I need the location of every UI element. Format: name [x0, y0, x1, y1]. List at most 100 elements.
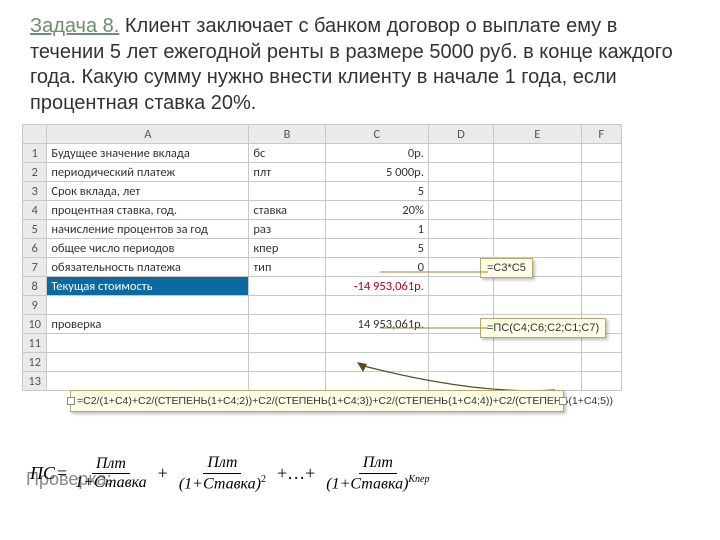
col-header-c[interactable]: C — [325, 125, 428, 144]
cell[interactable] — [581, 372, 621, 391]
cell[interactable] — [325, 372, 428, 391]
cell[interactable]: 14 953,061р. — [325, 315, 428, 334]
cell[interactable]: -14 953,061р. — [325, 277, 428, 296]
row-header[interactable]: 3 — [23, 182, 47, 201]
row-header[interactable]: 9 — [23, 296, 47, 315]
cell[interactable] — [428, 201, 493, 220]
cell[interactable] — [428, 353, 493, 372]
cell[interactable]: периодический платеж — [47, 163, 249, 182]
table-row: 3Срок вклада, лет 5 — [23, 182, 622, 201]
cell[interactable] — [428, 144, 493, 163]
col-header-d[interactable]: D — [428, 125, 493, 144]
cell[interactable] — [581, 353, 621, 372]
cell[interactable] — [428, 277, 493, 296]
cell[interactable]: плт — [249, 163, 325, 182]
row-header[interactable]: 8 — [23, 277, 47, 296]
cell[interactable] — [581, 201, 621, 220]
row-header[interactable]: 12 — [23, 353, 47, 372]
cell[interactable] — [325, 334, 428, 353]
cell[interactable]: Срок вклада, лет — [47, 182, 249, 201]
cell[interactable]: ставка — [249, 201, 325, 220]
cell[interactable] — [249, 296, 325, 315]
problem-statement: Задача 8. Клиент заключает с банком дого… — [0, 0, 720, 122]
cell[interactable]: 0 — [325, 258, 428, 277]
cell[interactable] — [428, 239, 493, 258]
cell[interactable]: 0р. — [325, 144, 428, 163]
col-header-e[interactable]: E — [494, 125, 582, 144]
cell[interactable]: процентная ставка, год. — [47, 201, 249, 220]
cell[interactable] — [581, 144, 621, 163]
cell[interactable] — [428, 296, 493, 315]
cell[interactable] — [581, 296, 621, 315]
row-header[interactable]: 2 — [23, 163, 47, 182]
cell[interactable] — [47, 334, 249, 353]
cell[interactable] — [581, 182, 621, 201]
cell[interactable] — [249, 372, 325, 391]
row-header[interactable]: 6 — [23, 239, 47, 258]
plus-icon: + — [158, 463, 168, 484]
cell[interactable]: проверка — [47, 315, 249, 334]
table-row: 5начисление процентов за годраз1 — [23, 220, 622, 239]
row-header[interactable]: 11 — [23, 334, 47, 353]
cell[interactable] — [581, 220, 621, 239]
col-header-b[interactable]: B — [249, 125, 325, 144]
eqn-equals: = — [57, 463, 67, 484]
cell[interactable]: бс — [249, 144, 325, 163]
cell[interactable]: Текущая стоимость — [47, 277, 249, 296]
cell[interactable] — [249, 334, 325, 353]
cell[interactable] — [581, 239, 621, 258]
cell[interactable] — [581, 258, 621, 277]
cell[interactable]: общее число периодов — [47, 239, 249, 258]
cell[interactable]: 5 — [325, 239, 428, 258]
cell[interactable] — [249, 315, 325, 334]
cell[interactable] — [494, 239, 582, 258]
cell[interactable] — [249, 277, 325, 296]
cell[interactable]: тип — [249, 258, 325, 277]
cell[interactable] — [325, 296, 428, 315]
select-all-corner[interactable] — [23, 125, 47, 144]
cell[interactable] — [428, 182, 493, 201]
cell[interactable] — [494, 372, 582, 391]
cell[interactable] — [494, 163, 582, 182]
cell[interactable] — [249, 353, 325, 372]
cell[interactable] — [494, 353, 582, 372]
cell[interactable] — [494, 144, 582, 163]
table-row: 4процентная ставка, год.ставка20% — [23, 201, 622, 220]
cell[interactable] — [325, 353, 428, 372]
row-header[interactable]: 5 — [23, 220, 47, 239]
cell[interactable] — [494, 182, 582, 201]
cell[interactable] — [428, 163, 493, 182]
cell[interactable] — [494, 277, 582, 296]
cell[interactable]: Будущее значение вклада — [47, 144, 249, 163]
table-row: 6общее число периодовкпер5 — [23, 239, 622, 258]
cell[interactable]: кпер — [249, 239, 325, 258]
cell[interactable] — [494, 296, 582, 315]
row-header[interactable]: 1 — [23, 144, 47, 163]
row-header[interactable]: 13 — [23, 372, 47, 391]
cell[interactable]: 1 — [325, 220, 428, 239]
cell[interactable]: 20% — [325, 201, 428, 220]
cell[interactable] — [581, 277, 621, 296]
formula-tooltip-long: =C2/(1+C4)+C2/(СТЕПЕНЬ(1+C4;2))+C2/(СТЕП… — [70, 390, 564, 412]
row-header[interactable]: 4 — [23, 201, 47, 220]
col-header-f[interactable]: F — [581, 125, 621, 144]
table-row: 13 — [23, 372, 622, 391]
cell[interactable] — [494, 220, 582, 239]
cell[interactable] — [249, 182, 325, 201]
cell[interactable] — [428, 372, 493, 391]
row-header[interactable]: 10 — [23, 315, 47, 334]
col-header-a[interactable]: A — [47, 125, 249, 144]
cell[interactable] — [494, 201, 582, 220]
cell[interactable] — [428, 220, 493, 239]
cell[interactable]: обязательность платежа — [47, 258, 249, 277]
cell[interactable] — [47, 372, 249, 391]
row-header[interactable]: 7 — [23, 258, 47, 277]
cell[interactable]: раз — [249, 220, 325, 239]
problem-title: Задача 8. — [30, 15, 119, 37]
cell[interactable]: начисление процентов за год — [47, 220, 249, 239]
cell[interactable]: 5 — [325, 182, 428, 201]
cell[interactable] — [581, 163, 621, 182]
cell[interactable] — [47, 353, 249, 372]
cell[interactable] — [47, 296, 249, 315]
cell[interactable]: 5 000р. — [325, 163, 428, 182]
